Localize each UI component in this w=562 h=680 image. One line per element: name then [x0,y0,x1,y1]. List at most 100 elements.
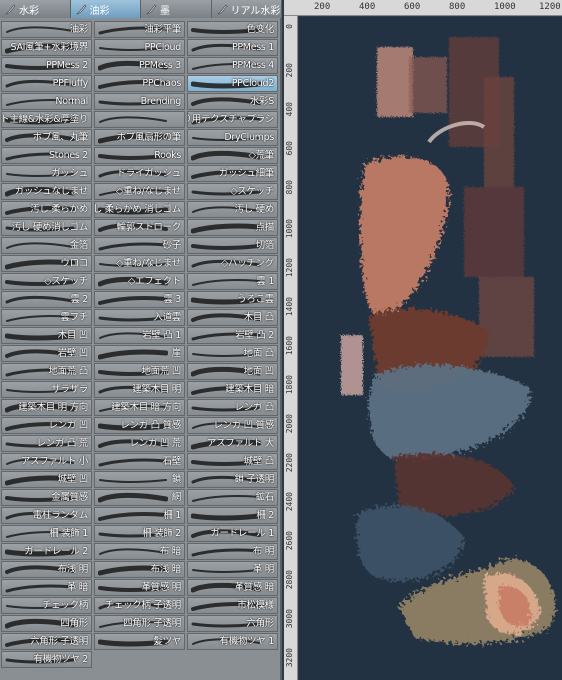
brush-item[interactable]: フラット主線&水彩&厚塗り [1,111,92,128]
brush-item[interactable]: Rooks [94,147,185,164]
brush-item[interactable]: 輪郭ストローク [94,219,185,236]
tab-3[interactable]: リアル水彩 [211,0,282,18]
drawing-canvas[interactable] [299,17,562,680]
brush-item[interactable]: ガードレール 2 [1,543,92,560]
brush-item[interactable]: Brending [94,93,185,110]
brush-item[interactable]: 布 暗 [94,543,185,560]
brush-item[interactable]: 木目 凹 [1,327,92,344]
brush-item[interactable]: 城壁 凹 [1,471,92,488]
brush-item[interactable]: アスファルト 小 [1,453,92,470]
brush-item[interactable]: レンガ 凸 質感 [94,417,185,434]
brush-item[interactable]: 雲 1 [187,273,278,290]
brush-item[interactable]: 油彩平筆 [94,21,185,38]
brush-item[interactable]: レンガ 凹 荒 [94,435,185,452]
brush-item[interactable]: 革質感 暗 [187,579,278,596]
brush-item[interactable]: ◇スケッチ [1,273,92,290]
brush-item[interactable] [94,111,185,128]
brush-item[interactable]: 建築木目 明 方向 [1,399,92,416]
brush-item[interactable]: ◇エフェクト [94,273,185,290]
brush-item[interactable]: 四角形 子透明 [94,615,185,632]
brush-item[interactable]: ガッシュなじませ [1,183,92,200]
brush-item[interactable]: ボブ風、丸筆 [1,129,92,146]
tab-1[interactable]: 油彩 [70,0,141,18]
brush-item[interactable]: 石壁 [94,453,185,470]
brush-item[interactable]: 有機物ツヤ 2 [1,651,92,668]
brush-item[interactable]: チェック柄 [1,597,92,614]
brush-item[interactable]: DryClumps [187,129,278,146]
brush-item[interactable]: 柵 装飾 1 [1,525,92,542]
brush-item[interactable]: 六角形 子透明 [1,633,92,650]
brush-item[interactable]: PPChaos [94,75,185,92]
brush-item[interactable]: 岩壁 凸 2 [187,327,278,344]
brush-item[interactable]: ザラザラ [1,381,92,398]
brush-item[interactable]: SAI風筆+水彩境界 [1,39,92,56]
brush-item[interactable]: PPFluffy [1,75,92,92]
brush-item[interactable]: 四角形 [1,615,92,632]
brush-item[interactable]: 六角形 [187,615,278,632]
brush-item[interactable]: ドライガッシュ [94,165,185,182]
brush-item[interactable]: PPCloud2 [187,75,278,92]
brush-item[interactable]: 建築木目 暗 [187,381,278,398]
brush-item[interactable]: 砂子 [94,237,185,254]
brush-item[interactable]: 柵 装飾 2 [94,525,185,542]
brush-item[interactable]: 網 [94,489,185,506]
brush-item[interactable]: ◇重ね/なじませ [94,183,185,200]
brush-item[interactable]: 地面 凸 [187,345,278,362]
brush-item[interactable]: 厚塗り用テクスチャブラシ [187,111,278,128]
brush-item[interactable]: 電柱ランダム [1,507,92,524]
brush-item[interactable]: レンガ 凸 荒 [1,435,92,452]
brush-item[interactable]: 雲フチ [1,309,92,326]
brush-item[interactable]: 岩壁 凸 1 [94,327,185,344]
brush-item[interactable]: 建築木目 明 [94,381,185,398]
brush-item[interactable]: Stones 2 [1,147,92,164]
brush-item[interactable]: 布 明 [187,543,278,560]
brush-item[interactable]: 汚し 柔らかめ 消しゴム [94,201,185,218]
brush-item[interactable]: チェック柄 子透明 [94,597,185,614]
brush-item[interactable]: アスファルト 大 [187,435,278,452]
brush-item[interactable]: レンガ 凹 [1,417,92,434]
brush-item[interactable]: ガードレール 1 [187,525,278,542]
brush-item[interactable]: 建築木目 暗 方向 [94,399,185,416]
brush-item[interactable]: 崖 [94,345,185,362]
brush-item[interactable]: 鎖 子透明 [187,471,278,488]
brush-item[interactable]: 革 暗 [1,579,92,596]
brush-item[interactable]: 入道雲 [94,309,185,326]
brush-item[interactable]: 地面荒 凹 [94,363,185,380]
brush-item[interactable]: 鎖 [94,471,185,488]
brush-item[interactable]: Normal [1,93,92,110]
brush-item[interactable]: ◇スケッチ [187,183,278,200]
brush-item[interactable]: PPMess 1 [187,39,278,56]
brush-item[interactable]: 市松模様 [187,597,278,614]
brush-item[interactable]: 柵 1 [94,507,185,524]
brush-item[interactable]: 色变化 [187,21,278,38]
brush-item[interactable]: 鉱石 [187,489,278,506]
brush-item[interactable]: ガッシュ [1,165,92,182]
brush-item[interactable]: 城壁 凸 [187,453,278,470]
brush-item[interactable]: レンガ 凹 質感 [187,417,278,434]
tab-2[interactable]: 墨 [141,0,212,18]
brush-item[interactable]: 地面 凹 [187,363,278,380]
brush-item[interactable]: ガッシュ細筆 [187,165,278,182]
brush-item[interactable]: ◇重ね/なじませ [94,255,185,272]
brush-item[interactable]: 地面荒 凸 [1,363,92,380]
brush-item[interactable]: 水彩S [187,93,278,110]
brush-item[interactable]: 点描 [187,219,278,236]
brush-item[interactable]: 革質感 明 [94,579,185,596]
brush-item[interactable]: ボブ風扇形の筆 [94,129,185,146]
brush-item[interactable]: PPMess 2 [1,57,92,74]
brush-item[interactable]: PPMess 3 [94,57,185,74]
brush-item[interactable]: 布浅 明 [1,561,92,578]
brush-item[interactable]: 木目 凸 [187,309,278,326]
brush-item[interactable]: 有機物ツヤ 1 [187,633,278,650]
brush-item[interactable]: 髪ツヤ [94,633,185,650]
tab-0[interactable]: 水彩 [0,0,71,18]
brush-item[interactable]: 油彩 [1,21,92,38]
brush-item[interactable]: PPMess 4 [187,57,278,74]
brush-item[interactable]: ◇荒筆 [187,147,278,164]
brush-item[interactable]: 雲 2 [1,291,92,308]
brush-item[interactable]: 岩壁 凹 [1,345,92,362]
brush-item[interactable]: レンガ 凸 [187,399,278,416]
brush-item[interactable]: 汚し 硬め [187,201,278,218]
brush-item[interactable]: 金属質感 [1,489,92,506]
brush-item[interactable]: 革 明 [187,561,278,578]
